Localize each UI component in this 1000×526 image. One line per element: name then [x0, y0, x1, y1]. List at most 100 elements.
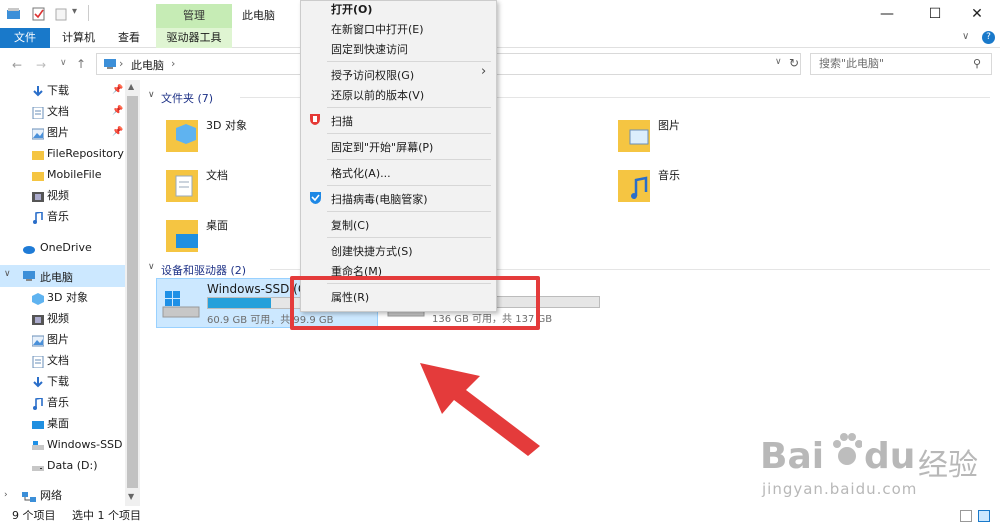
menu-item-virus-scan[interactable]: 扫描病毒(电脑管家) [331, 191, 428, 207]
manage-context-tab[interactable]: 管理 [156, 4, 232, 28]
pin-icon[interactable]: 📌 [112, 80, 123, 101]
nav-item-mobilefile[interactable]: MobileFile [0, 164, 125, 185]
menu-separator [327, 61, 491, 62]
details-view-icon[interactable] [960, 510, 972, 522]
breadcrumb-chevron-icon[interactable]: › [171, 57, 175, 70]
drives-group-header[interactable]: 设备和驱动器 (2) [161, 262, 246, 278]
folders-group-header[interactable]: 文件夹 (7) [161, 90, 213, 106]
up-arrow-icon[interactable]: ↑ [76, 57, 86, 71]
help-icon[interactable]: ? [982, 31, 995, 44]
pin-icon[interactable]: 📌 [112, 122, 123, 143]
nav-item-pc-desktop[interactable]: 桌面 [0, 413, 125, 434]
tiles-view-icon[interactable] [978, 510, 990, 522]
tab-drive-tools[interactable]: 驱动器工具 [156, 28, 232, 48]
virus-scan-shield-icon [309, 191, 322, 207]
nav-item-3d-objects[interactable]: 3D 对象 [0, 287, 125, 308]
address-dropdown-icon[interactable]: ∨ [775, 57, 782, 67]
menu-item-create-shortcut[interactable]: 创建快捷方式(S) [331, 243, 413, 259]
breadcrumb-separator-icon: › [119, 57, 124, 70]
nav-scrollbar-thumb[interactable] [127, 96, 138, 488]
drives-collapse-icon[interactable]: ∨ [148, 262, 155, 272]
ribbon-tabs [0, 28, 1000, 48]
nav-item-pc-downloads[interactable]: 下载 [0, 371, 125, 392]
close-button[interactable]: ✕ [954, 0, 1000, 28]
nav-item-network[interactable]: › 网络 [0, 485, 125, 506]
refresh-icon[interactable]: ↻ [789, 56, 799, 70]
onedrive-cloud-icon [22, 241, 35, 254]
tab-view[interactable]: 查看 [108, 28, 150, 48]
scroll-down-icon[interactable]: ▼ [128, 492, 134, 501]
folder-icon [32, 147, 44, 160]
ribbon-expand-icon[interactable]: ∨ [962, 31, 969, 42]
window-title: 此电脑 [242, 9, 275, 22]
status-bar: 9 个项目 选中 1 个项目 [0, 506, 1000, 526]
menu-item-open-new-window[interactable]: 在新窗口中打开(E) [331, 21, 424, 37]
menu-item-open[interactable]: 打开(O) [331, 1, 372, 17]
document-icon [32, 105, 44, 120]
tab-file[interactable]: 文件 [0, 28, 50, 48]
nav-item-drive-c[interactable]: Windows-SSD ( [0, 434, 125, 455]
nav-item-filerepository[interactable]: FileRepository [0, 143, 125, 164]
drive-icon [32, 459, 44, 471]
menu-separator [327, 211, 491, 212]
pin-icon[interactable]: 📌 [112, 101, 123, 122]
folder-3d-objects[interactable]: 3D 对象 [164, 112, 284, 156]
scroll-up-icon[interactable]: ▲ [128, 82, 134, 91]
new-folder-icon[interactable] [54, 7, 68, 21]
highlight-box [290, 276, 540, 330]
qat-dropdown-icon[interactable]: ▾ [72, 6, 77, 17]
folder-music[interactable]: 音乐 [616, 162, 736, 206]
title-bar: ▾ 管理 此电脑 — ☐ ✕ [0, 0, 1000, 28]
forward-arrow-icon[interactable]: → [36, 58, 46, 72]
menu-item-restore-versions[interactable]: 还原以前的版本(V) [331, 87, 424, 103]
menu-item-scan[interactable]: 扫描 [331, 113, 353, 129]
status-selected: 选中 1 个项目 [72, 509, 141, 522]
nav-item-pc-videos[interactable]: 视频 [0, 308, 125, 329]
minimize-button[interactable]: — [864, 0, 910, 28]
menu-item-pin-quick-access[interactable]: 固定到快速访问 [331, 41, 408, 57]
nav-item-thispc-selected[interactable]: ∨ 此电脑 [0, 265, 125, 287]
menu-item-copy[interactable]: 复制(C) [331, 217, 369, 233]
properties-icon[interactable] [32, 7, 46, 21]
back-arrow-icon[interactable]: ← [12, 58, 22, 72]
nav-item-downloads[interactable]: 下载 📌 [0, 80, 125, 101]
folder-documents[interactable]: 文档 [164, 162, 284, 206]
nav-item-pc-documents[interactable]: 文档 [0, 350, 125, 371]
folder-desktop[interactable]: 桌面 [164, 212, 284, 256]
qat-divider [88, 5, 89, 21]
music-icon [32, 396, 44, 410]
tab-computer[interactable]: 计算机 [52, 28, 105, 48]
nav-item-onedrive[interactable]: OneDrive [0, 237, 125, 258]
scan-shield-icon [309, 113, 321, 128]
menu-item-grant-access[interactable]: 授予访问权限(G) [331, 67, 414, 83]
collapse-chevron-icon[interactable]: › [4, 485, 8, 506]
folder-documents-icon [166, 170, 198, 202]
desktop-icon [32, 417, 44, 429]
nav-item-pictures[interactable]: 图片 📌 [0, 122, 125, 143]
cube-3d-icon [32, 291, 44, 305]
network-icon [22, 489, 36, 502]
recent-locations-icon[interactable]: ∨ [60, 58, 67, 68]
nav-item-documents[interactable]: 文档 📌 [0, 101, 125, 122]
nav-item-pc-music[interactable]: 音乐 [0, 392, 125, 413]
nav-item-drive-d[interactable]: Data (D:) [0, 455, 125, 476]
context-menu: 打开(O) 在新窗口中打开(E) 固定到快速访问 授予访问权限(G) › 还原以… [300, 0, 497, 312]
music-icon [32, 210, 44, 224]
folder-pictures[interactable]: 图片 [616, 112, 736, 156]
nav-item-music[interactable]: 音乐 [0, 206, 125, 227]
breadcrumb[interactable]: 此电脑 [131, 57, 164, 73]
drive-c-usage-fill [208, 298, 272, 308]
menu-separator [327, 133, 491, 134]
nav-item-pc-pictures[interactable]: 图片 [0, 329, 125, 350]
search-placeholder: 搜索"此电脑" [819, 57, 885, 70]
folders-collapse-icon[interactable]: ∨ [148, 90, 155, 100]
folder-desktop-icon [166, 220, 198, 252]
menu-item-pin-start[interactable]: 固定到"开始"屏幕(P) [331, 139, 433, 155]
nav-item-videos[interactable]: 视频 [0, 185, 125, 206]
navigation-pane: 下载 📌 文档 📌 图片 📌 FileRepository MobileFile 视频… [0, 80, 140, 506]
maximize-button[interactable]: ☐ [912, 0, 958, 28]
expand-chevron-icon[interactable]: ∨ [4, 269, 11, 279]
menu-item-format[interactable]: 格式化(A)... [331, 165, 391, 181]
folder-icon [32, 168, 44, 181]
search-input[interactable]: 搜索"此电脑" ⚲ [810, 53, 992, 75]
